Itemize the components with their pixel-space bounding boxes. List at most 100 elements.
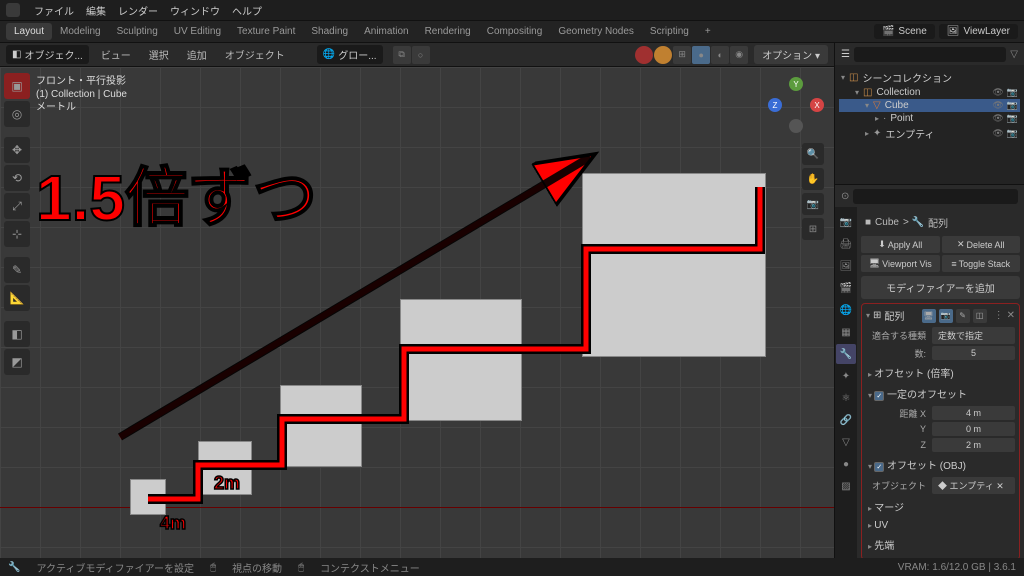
count-input[interactable]: 5 (932, 346, 1015, 360)
render-icon[interactable]: 📷 (1007, 100, 1018, 111)
workspace-tab-geometry-nodes[interactable]: Geometry Nodes (550, 23, 642, 40)
ptab-world[interactable]: 🌐 (836, 300, 856, 320)
render-icon[interactable]: 📷 (1007, 128, 1018, 139)
mod-realtime-toggle[interactable]: 🖥 (922, 309, 936, 323)
tool-add-cube[interactable]: ◧ (4, 321, 30, 347)
viewport-options[interactable]: オプション ▾ (754, 45, 828, 64)
ptab-physics[interactable]: ⚛ (836, 388, 856, 408)
workspace-tab-modeling[interactable]: Modeling (52, 23, 109, 40)
viewport-vis-button[interactable]: 🖥 Viewport Vis (861, 255, 940, 272)
ptab-texture[interactable]: ▨ (836, 476, 856, 496)
gizmo-x-axis[interactable]: X (810, 98, 824, 112)
toggle-stack-button[interactable]: ≡ Toggle Stack (942, 255, 1021, 272)
mod-render-toggle[interactable]: 📷 (939, 309, 953, 323)
nav-pan[interactable]: ✋ (802, 168, 824, 190)
ptab-render[interactable]: 📷 (836, 212, 856, 232)
menu-file[interactable]: ファイル (28, 3, 80, 18)
workspace-tab-shading[interactable]: Shading (303, 23, 356, 40)
outliner-search[interactable] (854, 47, 1006, 62)
cube-instance-4[interactable] (582, 173, 766, 357)
ptab-viewlayer[interactable]: 🖼 (836, 256, 856, 276)
shade-rendered[interactable]: ◉ (730, 46, 748, 64)
nav-perspective[interactable]: ⊞ (802, 218, 824, 240)
tool-annotate[interactable]: ✎ (4, 257, 30, 283)
workspace-tab-animation[interactable]: Animation (356, 23, 416, 40)
workspace-tab-sculpting[interactable]: Sculpting (109, 23, 166, 40)
uv-section[interactable]: UV (866, 517, 1015, 534)
visibility-icon[interactable]: 👁 (992, 87, 1003, 98)
object-offset-section[interactable]: ✓ オフセット (OBJ) (866, 454, 1015, 475)
tool-cursor[interactable]: ◎ (4, 101, 30, 127)
offset-y-input[interactable]: 0 m (932, 422, 1015, 436)
constant-offset-checkbox[interactable]: ✓ (874, 391, 884, 401)
select-menu[interactable]: 選択 (143, 45, 175, 64)
outliner-filter-icon[interactable]: ☰ (841, 49, 850, 60)
workspace-tab-texture-paint[interactable]: Texture Paint (229, 23, 303, 40)
apply-all-button[interactable]: ⬇ Apply All (861, 236, 940, 253)
tool-rotate[interactable]: ⟲ (4, 165, 30, 191)
ptab-particle[interactable]: ✦ (836, 366, 856, 386)
visibility-icon[interactable]: 👁 (992, 113, 1003, 124)
cube-instance-1[interactable] (198, 441, 252, 495)
ptab-data[interactable]: ▽ (836, 432, 856, 452)
outliner-item-collection[interactable]: ▾◫Collection👁📷 (839, 86, 1020, 99)
orientation-selector[interactable]: 🌐 グロー... (317, 45, 383, 64)
workspace-tab-scripting[interactable]: Scripting (642, 23, 697, 40)
shade-solid[interactable]: ● (692, 46, 710, 64)
render-icon[interactable]: 📷 (1007, 87, 1018, 98)
nav-gizmo[interactable]: Y X Z (768, 77, 824, 133)
overlay-toggle[interactable] (635, 46, 653, 64)
modifier-name[interactable]: 配列 (884, 308, 904, 323)
outliner-filter-btn[interactable]: ▽ (1010, 49, 1018, 60)
view-menu[interactable]: ビュー (95, 45, 137, 64)
props-pin-icon[interactable]: ⊙ (841, 191, 849, 202)
render-icon[interactable]: 📷 (1007, 113, 1018, 124)
gizmo-neg-axis[interactable] (789, 119, 803, 133)
ptab-constraint[interactable]: 🔗 (836, 410, 856, 430)
object-menu[interactable]: オブジェクト (219, 45, 291, 64)
ptab-modifier[interactable]: 🔧 (836, 344, 856, 364)
viewport-3d[interactable]: 1.5倍ずつ 4m 2m ▣ ◎ ✥ ⟲ ⤢ ⊹ ✎ 📐 ◧ ◩ フロント・平行… (0, 67, 834, 558)
mode-selector[interactable]: ◧ オブジェク... (6, 45, 89, 64)
offset-x-input[interactable]: 4 m (932, 406, 1015, 420)
add-modifier-button[interactable]: モディファイアーを追加 (861, 276, 1020, 299)
tool-tweak[interactable]: ▣ (4, 73, 30, 99)
gizmo-y-axis[interactable]: Y (789, 77, 803, 91)
tool-move[interactable]: ✥ (4, 137, 30, 163)
mod-edit-toggle[interactable]: ✎ (956, 309, 970, 323)
tool-transform[interactable]: ⊹ (4, 221, 30, 247)
workspace-tab-uv-editing[interactable]: UV Editing (166, 23, 229, 40)
fit-type-select[interactable]: 定数で指定 (932, 327, 1015, 344)
ptab-scene[interactable]: 🎬 (836, 278, 856, 298)
ptab-output[interactable]: 🖨 (836, 234, 856, 254)
offset-z-input[interactable]: 2 m (932, 438, 1015, 452)
workspace-add-button[interactable]: + (697, 23, 719, 40)
gizmo-z-axis[interactable]: Z (768, 98, 782, 112)
xray-toggle[interactable] (654, 46, 672, 64)
merge-section[interactable]: マージ (866, 496, 1015, 517)
scene-selector[interactable]: 🎬 Scene (874, 24, 935, 39)
nav-zoom[interactable]: 🔍 (802, 143, 824, 165)
add-menu[interactable]: 追加 (181, 45, 213, 64)
snap-toggle[interactable]: ⧉ (393, 46, 411, 64)
menu-help[interactable]: ヘルプ (226, 3, 268, 18)
cube-instance-2[interactable] (280, 385, 362, 467)
viewlayer-selector[interactable]: 🖼 ViewLayer (939, 24, 1018, 39)
offset-object-select[interactable]: ◆ エンプティ ✕ (932, 477, 1015, 494)
outliner-scene-collection[interactable]: ▾◫ シーンコレクション (839, 69, 1020, 86)
delete-all-button[interactable]: ✕ Delete All (942, 236, 1021, 253)
modifier-expand-toggle[interactable]: ▾ (866, 311, 870, 320)
tool-add-other[interactable]: ◩ (4, 349, 30, 375)
tool-measure[interactable]: 📐 (4, 285, 30, 311)
cube-instance-3[interactable] (400, 299, 522, 421)
ptab-object[interactable]: ▦ (836, 322, 856, 342)
cube-instance-0[interactable] (130, 479, 166, 515)
visibility-icon[interactable]: 👁 (992, 100, 1003, 111)
visibility-icon[interactable]: 👁 (992, 128, 1003, 139)
workspace-tab-layout[interactable]: Layout (6, 23, 52, 40)
mod-close-icon[interactable]: ✕ (1007, 310, 1015, 321)
cap-section[interactable]: 先端 (866, 534, 1015, 555)
menu-render[interactable]: レンダー (112, 3, 164, 18)
mod-menu-icon[interactable]: ⋮ (994, 310, 1004, 321)
outliner-item-エンプティ[interactable]: ▸✦エンプティ👁📷 (839, 125, 1020, 142)
